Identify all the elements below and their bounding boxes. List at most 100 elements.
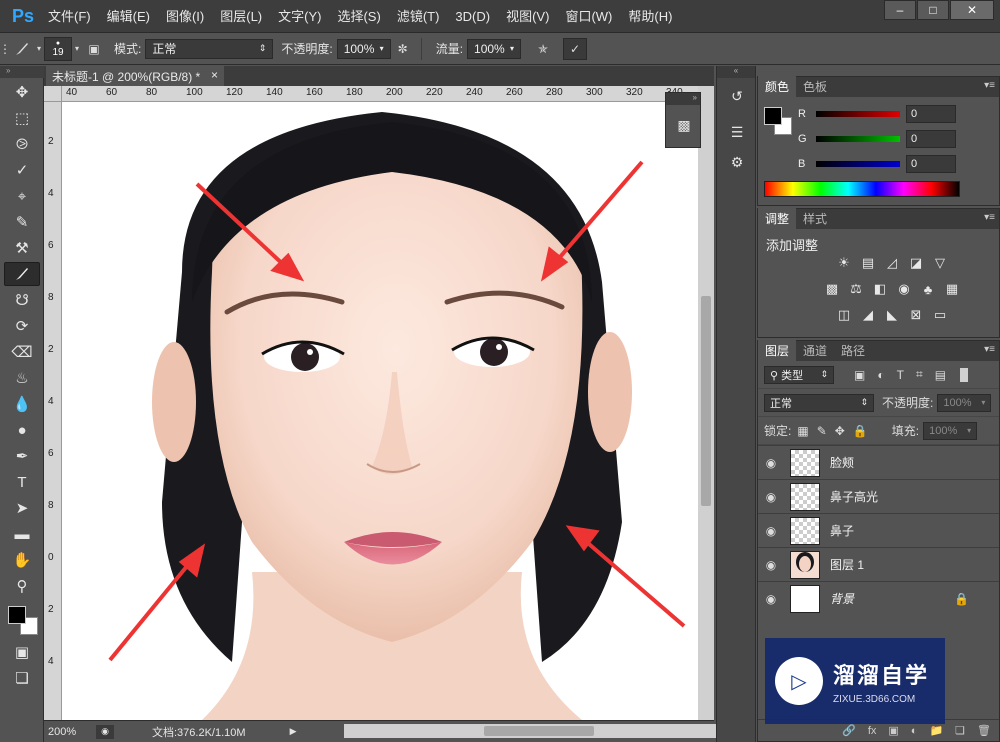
layer-row[interactable]: ◉ 图层 1	[758, 547, 999, 581]
threshold-icon[interactable]: ◣	[882, 305, 902, 325]
tab-paths[interactable]: 路径	[834, 340, 872, 361]
filter-toggle[interactable]	[960, 367, 969, 382]
gradient-map-icon[interactable]: ▭	[930, 305, 950, 325]
crop-tool-icon[interactable]: ⌖	[4, 184, 40, 208]
layer-filter-select[interactable]: ⚲ 类型 ⇕	[764, 365, 834, 384]
status-menu-icon[interactable]: ▶	[290, 726, 297, 737]
lock-all-icon[interactable]: 🔒	[853, 424, 868, 438]
menu-layer[interactable]: 图层(L)	[212, 0, 270, 33]
eye-icon[interactable]: ◉	[758, 558, 784, 572]
color-lookup-icon[interactable]: ▦	[942, 279, 962, 299]
pen-tool-icon[interactable]: ✒	[4, 444, 40, 468]
hand-tool-icon[interactable]: ✋	[4, 548, 40, 572]
menu-filter[interactable]: 滤镜(T)	[389, 0, 448, 33]
menu-help[interactable]: 帮助(H)	[620, 0, 680, 33]
collapse-icon[interactable]: »	[666, 93, 700, 105]
blue-value[interactable]: 0	[906, 155, 956, 173]
zoom-tool-icon[interactable]: ⚲	[4, 574, 40, 598]
lasso-tool-icon[interactable]: ⧁	[4, 132, 40, 156]
close-icon[interactable]: ✕	[950, 0, 994, 20]
filter-adjustment-icon[interactable]: ◐	[877, 368, 884, 382]
chevron-down-icon[interactable]: ▾	[967, 426, 971, 435]
chevron-down-icon[interactable]: ▾	[34, 38, 44, 60]
dock-collapse-icon[interactable]: «	[717, 66, 755, 78]
menu-file[interactable]: 文件(F)	[40, 0, 99, 33]
new-layer-icon[interactable]: ❏	[955, 724, 965, 737]
layer-name[interactable]: 鼻子	[830, 522, 854, 539]
fx-icon[interactable]: fx	[868, 725, 877, 737]
brush-presets-icon[interactable]: ☰	[723, 120, 751, 144]
tab-swatches[interactable]: 色板	[796, 76, 834, 97]
brush-tool-icon[interactable]	[4, 262, 40, 286]
color-swatches[interactable]	[4, 602, 40, 636]
airbrush-icon[interactable]: ✯	[531, 38, 555, 60]
paint-bucket-tool-icon[interactable]: ♨	[4, 366, 40, 390]
color-swatches[interactable]	[764, 107, 794, 137]
tab-color[interactable]: 颜色	[758, 76, 797, 97]
layer-row[interactable]: ◉ 背景 🔒	[758, 581, 999, 615]
layer-name[interactable]: 背景	[830, 590, 854, 607]
path-select-tool-icon[interactable]: ➤	[4, 496, 40, 520]
tab-layers[interactable]: 图层	[758, 340, 797, 361]
foreground-color-swatch[interactable]	[8, 606, 26, 624]
lock-pixels-icon[interactable]: ✎	[817, 424, 827, 438]
type-tool-icon[interactable]: T	[4, 470, 40, 494]
color-spectrum[interactable]	[764, 181, 960, 197]
horizontal-scrollbar[interactable]	[344, 724, 736, 738]
tab-channels[interactable]: 通道	[796, 340, 834, 361]
new-group-icon[interactable]: 📁	[929, 724, 943, 737]
vibrance-icon[interactable]: ▽	[930, 253, 950, 273]
eye-icon[interactable]: ◉	[758, 592, 784, 606]
panel-menu-icon[interactable]: ▾≡	[984, 212, 995, 223]
blur-tool-icon[interactable]: 💧	[4, 392, 40, 416]
levels-icon[interactable]: ▤	[858, 253, 878, 273]
document-tab[interactable]: 未标题-1 @ 200%(RGB/8) * ×	[46, 66, 224, 86]
green-slider[interactable]	[816, 136, 900, 142]
lock-transparent-icon[interactable]: ▦	[797, 424, 808, 438]
stamp-tool-icon[interactable]: ☋	[4, 288, 40, 312]
panel-menu-icon[interactable]: ▾≡	[984, 80, 995, 91]
foreground-color-swatch[interactable]	[764, 107, 782, 125]
status-info-icon[interactable]: ◉	[96, 724, 114, 739]
link-layers-icon[interactable]: 🔗	[842, 724, 856, 737]
menu-3d[interactable]: 3D(D)	[447, 0, 498, 33]
properties-icon[interactable]: ⚙	[723, 150, 751, 174]
add-mask-icon[interactable]: ▣	[888, 724, 898, 737]
rectangle-tool-icon[interactable]: ▬	[4, 522, 40, 546]
layer-name[interactable]: 图层 1	[830, 556, 864, 573]
zoom-level[interactable]: 200%	[48, 726, 96, 738]
photo-filter-icon[interactable]: ◉	[894, 279, 914, 299]
tab-adjustments[interactable]: 调整	[758, 208, 797, 229]
layer-name[interactable]: 鼻子高光	[830, 488, 878, 505]
ruler-origin[interactable]	[44, 86, 62, 102]
layer-name[interactable]: 脸颊	[830, 454, 854, 471]
3d-panel-icon[interactable]: ▩	[670, 113, 698, 137]
horizontal-scroll-thumb[interactable]	[484, 726, 594, 736]
menu-edit[interactable]: 编辑(E)	[99, 0, 158, 33]
quick-select-tool-icon[interactable]: ✓	[4, 158, 40, 182]
green-value[interactable]: 0	[906, 130, 956, 148]
opacity-field[interactable]: 100% ▾	[336, 38, 391, 59]
tools-collapse-icon[interactable]: »	[0, 66, 44, 78]
eye-icon[interactable]: ◉	[758, 490, 784, 504]
chevron-down-icon[interactable]: ▾	[510, 44, 514, 53]
menu-type[interactable]: 文字(Y)	[270, 0, 329, 33]
pressure-size-icon[interactable]: ✓	[563, 37, 588, 60]
flow-field[interactable]: 100% ▾	[467, 38, 522, 59]
dodge-tool-icon[interactable]: ●	[4, 418, 40, 442]
panel-menu-icon[interactable]: ▾≡	[984, 344, 995, 355]
chevron-down-icon[interactable]: ▾	[72, 38, 82, 60]
filter-pixel-icon[interactable]: ▣	[854, 368, 865, 382]
eye-icon[interactable]: ◉	[758, 456, 784, 470]
healing-brush-tool-icon[interactable]: ⚒	[4, 236, 40, 260]
red-value[interactable]: 0	[906, 105, 956, 123]
history-icon[interactable]: ↺	[723, 84, 751, 108]
maximize-icon[interactable]: □	[917, 0, 949, 20]
layer-row[interactable]: ◉ 鼻子高光	[758, 479, 999, 513]
layer-row[interactable]: ◉ 脸颊	[758, 445, 999, 479]
brush-preset-picker[interactable]: ● 19	[44, 36, 72, 61]
vertical-ruler[interactable]: 2 4 6 8 2 4 6 8 0 2 4	[44, 102, 62, 720]
layer-row[interactable]: ◉ 鼻子	[758, 513, 999, 547]
bw-icon[interactable]: ◧	[870, 279, 890, 299]
selective-color-icon[interactable]: ⊠	[906, 305, 926, 325]
